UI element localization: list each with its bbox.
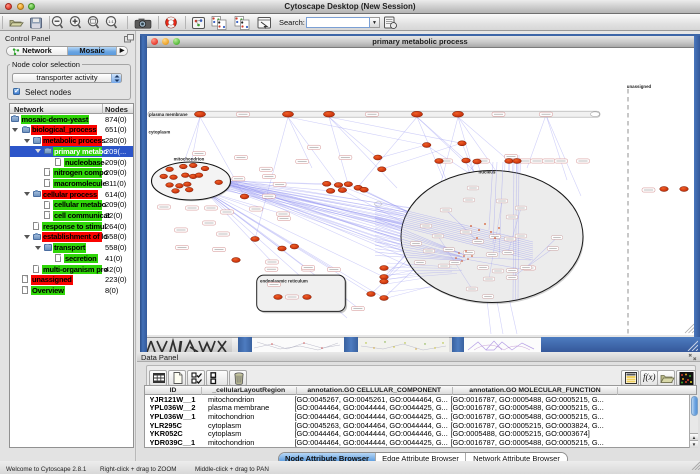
svg-text:mitochondrion: mitochondrion	[173, 157, 204, 162]
svg-text:1:1: 1:1	[108, 19, 114, 24]
svg-text:cytoplasm: cytoplasm	[148, 130, 170, 135]
svg-text:nucleus: nucleus	[478, 170, 496, 175]
svg-text:plasma membrane: plasma membrane	[149, 112, 188, 117]
svg-text:unassigned: unassigned	[626, 84, 651, 89]
svg-text:endoplasmic reticulum: endoplasmic reticulum	[260, 279, 308, 284]
